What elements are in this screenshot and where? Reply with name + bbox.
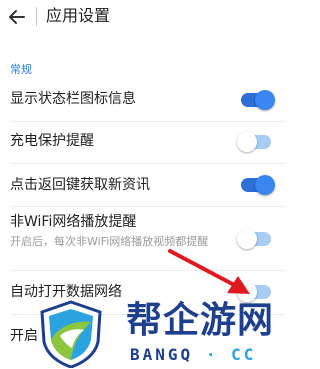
watermark-brand: 帮企游网 [126, 300, 275, 341]
watermark: 帮企游网 BANGQ · CC [30, 298, 286, 369]
watermark-domain: BANGQ · CC [130, 345, 256, 364]
watermark-domain-cc: CC [231, 345, 257, 364]
watermark-domain-dot: · [205, 345, 219, 364]
watermark-domain-main: BANGQ [130, 345, 194, 364]
shield-logo-icon [40, 300, 102, 368]
